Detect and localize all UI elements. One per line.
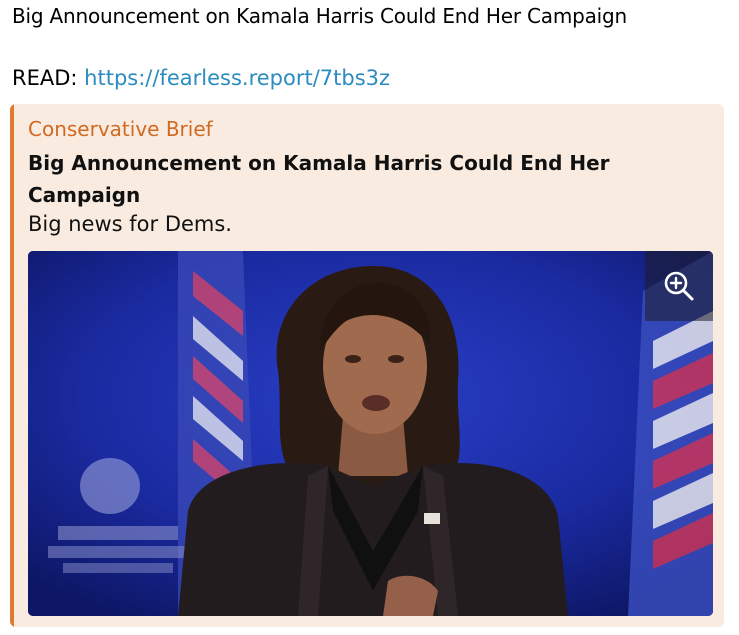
- preview-description: Big news for Dems.: [28, 212, 232, 236]
- preview-image[interactable]: [28, 251, 713, 616]
- zoom-button[interactable]: [645, 251, 713, 321]
- link-preview-card[interactable]: Conservative Brief Big Announcement on K…: [10, 104, 724, 627]
- read-prefix: READ:: [12, 66, 78, 90]
- preview-photo: [28, 251, 713, 616]
- read-link[interactable]: https://fearless.report/7tbs3z: [84, 66, 390, 90]
- preview-title: Big Announcement on Kamala Harris Could …: [28, 151, 610, 207]
- preview-accent-bar: [10, 104, 14, 627]
- zoom-in-icon: [664, 271, 694, 301]
- preview-site-name: Conservative Brief: [28, 117, 213, 141]
- read-line: READ: https://fearless.report/7tbs3z: [12, 66, 390, 90]
- post-title: Big Announcement on Kamala Harris Could …: [12, 4, 627, 28]
